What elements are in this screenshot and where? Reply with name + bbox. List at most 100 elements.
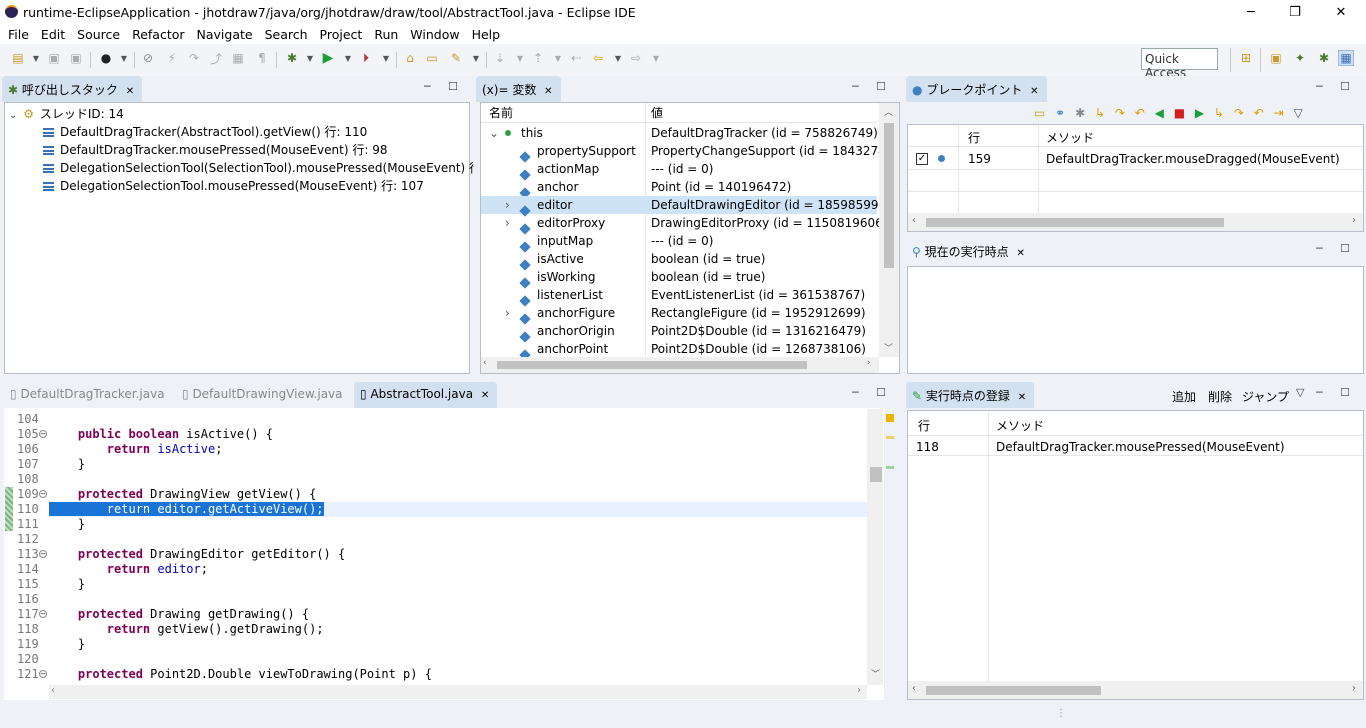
chevron-right-icon[interactable]: › [505,304,510,322]
maximize-icon[interactable]: ☐ [876,386,886,399]
code-line[interactable]: } [49,637,85,652]
code-line[interactable]: protected DrawingEditor getEditor() { [49,547,345,562]
scroll-right-icon[interactable]: › [1352,683,1356,694]
fold-toggle-icon[interactable]: − [39,430,47,438]
filter-icon[interactable]: ✱ [1075,106,1085,120]
tab-editor-file[interactable]: ▯ DefaultDragTracker.java [4,382,173,408]
stack-frame[interactable]: DefaultDragTracker(AbstractTool).getView… [43,123,367,141]
step-return-icon[interactable]: ↶ [1135,106,1145,120]
tab-variables[interactable]: (x)= 変数 ✕ [476,76,561,102]
link-icon[interactable]: ⚭ [1055,106,1065,120]
step-over-icon[interactable]: ↷ [1115,106,1125,120]
scroll-right-icon[interactable]: › [867,358,871,368]
close-icon[interactable]: ✕ [1018,392,1026,403]
scroll-right-icon[interactable]: › [857,685,861,696]
menu-source[interactable]: Source [77,27,120,42]
java-ee-perspective-icon[interactable]: ▣ [1268,50,1284,66]
maximize-icon[interactable]: ☐ [1340,386,1350,399]
debug-icon[interactable]: ✱ [284,50,300,66]
variable-row[interactable]: anchor Point (id = 140196472) [481,178,877,199]
view-menu-icon[interactable]: ▽ [1293,106,1302,120]
active-perspective-icon[interactable]: ▦ [1338,50,1354,66]
tab-exec-log[interactable]: ✎ 実行時点の登録 ✕ [906,382,1035,408]
stop-icon[interactable]: ■ [1174,106,1185,120]
scroll-left-icon[interactable]: ‹ [912,215,916,226]
code-line[interactable]: return editor; [49,562,208,577]
back-icon[interactable]: ⇦ [590,50,606,66]
step-over-2-icon[interactable]: ↷ [1234,106,1244,120]
skip-breakpoints-icon[interactable]: ⊘ [140,50,156,66]
search-icon[interactable]: ✎ [448,50,464,66]
dropdown-arrow-icon[interactable]: ▼ [116,50,132,66]
pilcrow-icon[interactable]: ¶ [254,50,270,66]
minimize-icon[interactable]: ─ [852,80,859,93]
open-folder-icon[interactable]: ▭ [424,50,440,66]
variable-row[interactable]: › editor DefaultDrawingEditor (id = 185985… [481,196,898,217]
step-into-icon[interactable]: ↳ [1095,106,1105,120]
close-button[interactable]: ✕ [1318,0,1364,24]
menu-refactor[interactable]: Refactor [132,27,184,42]
jump-button[interactable]: ジャンプ [1242,388,1289,405]
scroll-left-icon[interactable]: ‹ [483,358,487,368]
save-icon[interactable]: ▣ [46,50,62,66]
resume-icon[interactable]: ▶ [1195,106,1204,120]
variable-row[interactable]: listenerList EventListenerList (id = 3615… [481,286,877,307]
chevron-down-icon[interactable]: ⌄ [9,110,17,121]
vertical-scrollbar[interactable]: ﹀ [867,409,883,685]
new-icon[interactable]: ▤ [10,50,26,66]
column-header-line[interactable]: 行 [968,129,980,146]
code-line[interactable]: } [49,577,85,592]
profile-icon[interactable]: ● [98,50,114,66]
code-line[interactable]: protected DrawingView getView() { [49,487,316,502]
stack-frame[interactable]: DefaultDragTracker.mousePressed(MouseEve… [43,141,387,159]
dropdown-arrow-icon[interactable]: ▼ [550,50,566,66]
menu-window[interactable]: Window [410,27,459,42]
dropdown-arrow-icon[interactable]: ▼ [512,50,528,66]
scroll-down-icon[interactable]: ﹀ [884,341,893,354]
code-line[interactable]: protected Drawing getDrawing() { [49,607,309,622]
step-into-2-icon[interactable]: ↳ [1214,106,1224,120]
fold-toggle-icon[interactable]: − [39,490,47,498]
stack-frame[interactable]: DelegationSelectionTool(SelectionTool).m… [43,159,497,177]
variable-row[interactable]: isActive boolean (id = true) [481,250,877,271]
menu-run[interactable]: Run [374,27,398,42]
menu-project[interactable]: Project [320,27,363,42]
column-header-method[interactable]: メソッド [996,417,1044,434]
column-header-line[interactable]: 行 [918,417,930,434]
scroll-left-icon[interactable]: ‹ [912,683,916,694]
variable-row[interactable]: anchorOrigin Point2D$Double (id = 1316216… [481,322,877,343]
scroll-left-icon[interactable]: ‹ [51,685,55,696]
run-icon[interactable]: ▶ [320,50,336,66]
variable-row[interactable]: actionMap --- (id = 0) [481,160,877,181]
fold-toggle-icon[interactable]: − [39,610,47,618]
open-type-icon[interactable]: ⌂ [402,50,418,66]
code-line[interactable]: } [49,517,85,532]
menu-search[interactable]: Search [265,27,308,42]
menu-edit[interactable]: Edit [41,27,65,42]
exec-log-line[interactable]: 118 [916,440,939,454]
step-icon[interactable]: ↷ [186,50,202,66]
variable-row[interactable]: ⌄ this DefaultDragTracker (id = 758826749) [481,124,878,142]
minimize-icon[interactable]: ─ [852,386,859,399]
minimize-button[interactable]: ─ [1228,0,1274,24]
horizontal-scrollbar[interactable]: ‹ › [908,213,1363,231]
variable-row[interactable]: propertySupport PropertyChangeSupport (id… [481,142,899,163]
horizontal-scrollbar[interactable]: ‹ › [908,681,1363,699]
horizontal-scrollbar[interactable]: ‹ › [49,685,867,699]
chevron-down-icon[interactable]: ⌄ [489,124,499,142]
thread-node[interactable]: ⌄ ⚙ スレッドID: 14 [9,105,124,123]
prev-annotation-icon[interactable]: ⇡ [530,50,546,66]
dropdown-arrow-icon[interactable]: ▼ [28,50,44,66]
tab-breakpoints[interactable]: ● ブレークポイント ✕ [906,76,1047,102]
code-line[interactable]: } [49,457,85,472]
forward-icon[interactable]: ⇨ [628,50,644,66]
maximize-icon[interactable]: ☐ [876,80,886,93]
code-line[interactable]: protected Point2D.Double viewToDrawing(P… [49,667,432,682]
breakpoint-checkbox[interactable]: ✓ [916,153,928,165]
close-icon[interactable]: ✕ [1016,248,1024,259]
variable-row[interactable]: › editorProxy DrawingEditorProxy (id = 115… [481,214,887,235]
next-annotation-icon[interactable]: ⇣ [492,50,508,66]
step-return-icon[interactable]: ⤴ [208,50,224,66]
minimize-icon[interactable]: ─ [1316,386,1323,399]
fold-toggle-icon[interactable]: − [39,670,47,678]
